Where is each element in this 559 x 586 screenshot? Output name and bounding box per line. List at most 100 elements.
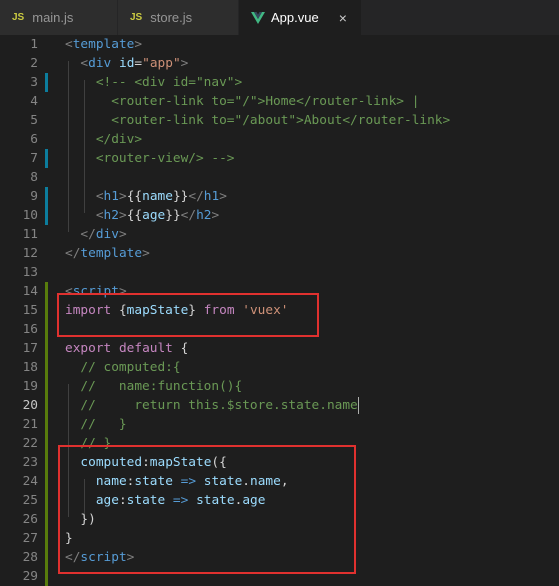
line-number: 23	[22, 455, 38, 470]
highlight-box-import	[57, 293, 319, 337]
code-line[interactable]: 20 // return this.$store.state.name	[0, 396, 559, 415]
code-line[interactable]: 4 <router-link to="/">Home</router-link>…	[0, 92, 559, 111]
code-line[interactable]: 9 <h1>{{name}}</h1>	[0, 187, 559, 206]
line-number: 1	[30, 37, 38, 52]
line-number: 17	[22, 341, 38, 356]
added-line-marker	[45, 320, 48, 339]
line-number: 9	[30, 189, 38, 204]
code-token: {{	[126, 189, 143, 204]
code-line[interactable]: 6 </div>	[0, 130, 559, 149]
code-token: export	[65, 341, 112, 356]
code-token: default	[118, 341, 173, 356]
line-number: 2	[30, 56, 38, 71]
line-number: 27	[22, 531, 38, 546]
code-line[interactable]: 7 <router-view/> -->	[0, 149, 559, 168]
added-line-marker	[45, 377, 48, 396]
code-token: id	[118, 56, 135, 71]
added-line-marker	[45, 282, 48, 301]
code-token: h1	[203, 189, 220, 204]
line-number: 8	[30, 170, 38, 185]
js-file-icon: JS	[130, 12, 143, 23]
code-text: </div>	[65, 130, 142, 149]
tab-main-js[interactable]: JS main.js	[0, 0, 117, 35]
code-line[interactable]: 19 // name:function(){	[0, 377, 559, 396]
line-number: 28	[22, 550, 38, 565]
code-text: // name:function(){	[65, 377, 242, 396]
modified-line-marker	[45, 187, 48, 206]
code-line[interactable]: 17 export default {	[0, 339, 559, 358]
code-token: // }	[65, 417, 127, 432]
added-line-marker	[45, 453, 48, 472]
code-line[interactable]: 13	[0, 263, 559, 282]
code-text: // }	[65, 415, 127, 434]
code-token: <	[95, 189, 104, 204]
code-line[interactable]: 8	[0, 168, 559, 187]
code-line[interactable]: 3 <!-- <div id="nav">	[0, 73, 559, 92]
modified-line-marker	[45, 206, 48, 225]
code-token: h2	[196, 208, 212, 223]
code-line[interactable]: 11 </div>	[0, 225, 559, 244]
text-cursor	[358, 397, 359, 414]
line-number: 29	[22, 569, 38, 584]
tab-store-js[interactable]: JS store.js	[118, 0, 238, 35]
code-line[interactable]: 10 <h2>{{age}}</h2>	[0, 206, 559, 225]
line-number: 25	[22, 493, 38, 508]
line-number: 7	[30, 151, 38, 166]
highlight-box-computed	[58, 445, 356, 574]
line-number: 18	[22, 360, 38, 375]
code-line[interactable]: 12 </template>	[0, 244, 559, 263]
code-token: >	[118, 208, 127, 223]
line-number: 5	[30, 113, 38, 128]
added-line-marker	[45, 301, 48, 320]
js-file-icon: JS	[12, 12, 25, 23]
added-line-marker	[45, 415, 48, 434]
code-text: <!-- <div id="nav">	[65, 73, 242, 92]
added-line-marker	[45, 396, 48, 415]
line-number: 11	[22, 227, 38, 242]
line-number: 20	[22, 398, 38, 413]
code-text: <template>	[65, 35, 142, 54]
tab-app-vue[interactable]: App.vue ×	[239, 0, 361, 35]
code-editor[interactable]: 1 <template> 2 <div id="app"> 3 <!-- <div i…	[0, 35, 559, 586]
code-line[interactable]: 1 <template>	[0, 35, 559, 54]
tab-label: App.vue	[271, 10, 319, 25]
code-token: </div>	[65, 132, 143, 147]
close-icon[interactable]: ×	[339, 10, 347, 26]
line-number: 16	[22, 322, 38, 337]
code-text: </template>	[65, 244, 150, 263]
code-token: // computed:{	[65, 360, 181, 375]
tab-label: main.js	[32, 10, 74, 25]
added-line-marker	[45, 472, 48, 491]
code-token: <	[80, 56, 89, 71]
code-line[interactable]: 2 <div id="app">	[0, 54, 559, 73]
code-text: <router-view/> -->	[65, 149, 235, 168]
line-number: 15	[22, 303, 38, 318]
code-line[interactable]: 21 // }	[0, 415, 559, 434]
code-token: div	[95, 227, 119, 242]
code-text: <router-link to="/">Home</router-link> |	[65, 92, 419, 111]
code-line[interactable]: 18 // computed:{	[0, 358, 559, 377]
code-token: }}	[172, 189, 189, 204]
code-token: =	[134, 56, 143, 71]
line-number: 21	[22, 417, 38, 432]
code-token: }}	[165, 208, 181, 223]
code-token: </	[65, 246, 81, 261]
added-line-marker	[45, 548, 48, 567]
code-token: // return this.$store.state.name	[65, 398, 358, 413]
line-number: 14	[22, 284, 38, 299]
added-line-marker	[45, 491, 48, 510]
code-text: <h2>{{age}}</h2>	[65, 206, 219, 225]
code-token: "app"	[142, 56, 181, 71]
code-token: {	[172, 341, 189, 356]
code-token: {{	[126, 208, 143, 223]
code-token: h1	[103, 189, 119, 204]
line-number: 19	[22, 379, 38, 394]
line-number: 13	[22, 265, 38, 280]
code-line[interactable]: 5 <router-link to="/about">About</router…	[0, 111, 559, 130]
line-number: 24	[22, 474, 38, 489]
code-text: // return this.$store.state.name	[65, 396, 358, 415]
